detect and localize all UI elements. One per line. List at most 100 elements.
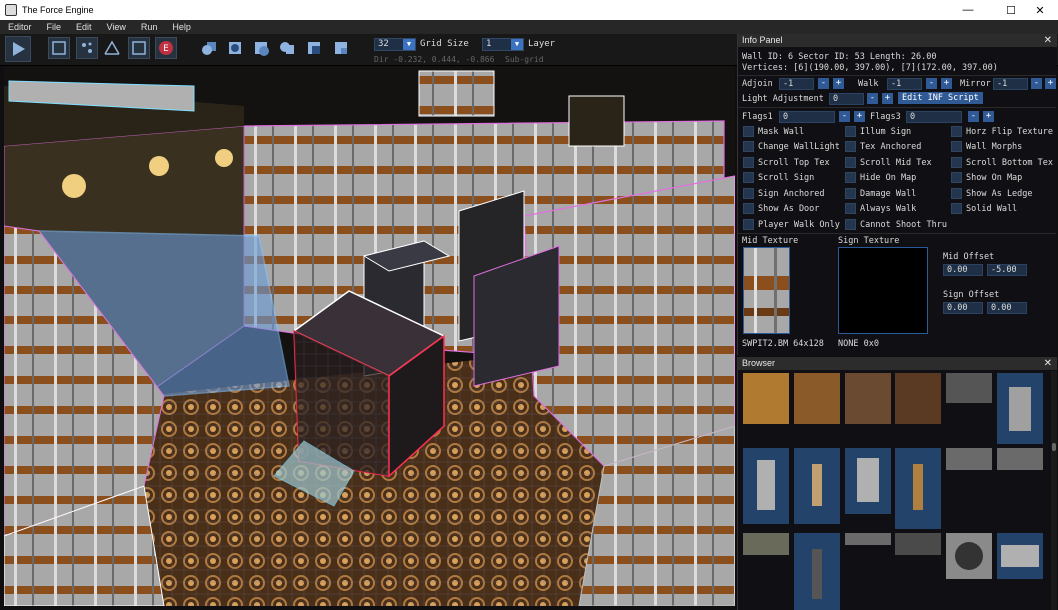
checkbox-illum-sign[interactable] [845, 126, 856, 137]
sector-mode-button[interactable] [128, 37, 150, 59]
layer-select[interactable]: 1 ▼ [482, 38, 524, 51]
texture-thumb[interactable] [845, 448, 891, 514]
edit-inf-script-button[interactable]: Edit INF Script [898, 92, 983, 104]
checkbox-scroll-mid-tex[interactable] [845, 157, 856, 168]
checkbox-show-as-ledge[interactable] [951, 188, 962, 199]
texture-thumb[interactable] [895, 533, 941, 555]
checkbox-sign-anchored[interactable] [743, 188, 754, 199]
menu-editor[interactable]: Editor [0, 22, 39, 32]
light-decrement[interactable]: - [867, 93, 878, 104]
checkbox-hide-on-map[interactable] [845, 172, 856, 183]
boolean-sub-button[interactable] [224, 37, 246, 59]
checkbox-mask-wall[interactable] [743, 126, 754, 137]
light-adjustment-input[interactable]: 0 [829, 93, 864, 105]
mirror-increment[interactable]: + [1045, 78, 1056, 89]
checkbox-scroll-bottom-tex[interactable] [951, 157, 962, 168]
walk-label: Walk [858, 79, 879, 89]
close-icon[interactable]: ✕ [1044, 357, 1052, 370]
info-panel: Info Panel ✕ Wall ID: 6 Sector ID: 53 Le… [737, 34, 1057, 355]
browser-scrollbar[interactable] [1051, 371, 1057, 610]
texture-thumb[interactable] [946, 373, 992, 403]
mid-offset-x-input[interactable]: 0.00 [943, 264, 983, 276]
flags3-input[interactable]: 0 [906, 111, 962, 123]
texture-thumb[interactable] [997, 533, 1043, 579]
checkbox-change-walllight[interactable] [743, 141, 754, 152]
select-mode-button[interactable] [48, 37, 70, 59]
texture-thumb[interactable] [743, 533, 789, 555]
level-render[interactable] [4, 66, 735, 606]
texture-thumb[interactable] [743, 448, 789, 524]
menu-edit[interactable]: Edit [68, 22, 99, 32]
menu-help[interactable]: Help [164, 22, 198, 32]
checkbox-player-walk-only[interactable] [743, 219, 754, 230]
texture-thumb[interactable] [997, 448, 1043, 470]
vertex-mode-button[interactable] [76, 37, 98, 59]
wall-mode-button[interactable] [101, 37, 123, 59]
checkbox-scroll-sign[interactable] [743, 172, 754, 183]
walk-increment[interactable]: + [941, 78, 952, 89]
mid-offset-y-input[interactable]: -5.00 [987, 264, 1027, 276]
checkbox-damage-wall[interactable] [845, 188, 856, 199]
browser-title: Browser ✕ [738, 357, 1057, 370]
sign-texture-name: NONE 0x0 [838, 339, 879, 349]
texture-thumb[interactable] [997, 373, 1043, 444]
walk-decrement[interactable]: - [926, 78, 937, 89]
menu-view[interactable]: View [99, 22, 133, 32]
sign-texture-preview[interactable] [838, 247, 928, 334]
sign-offset-x-input[interactable]: 0.00 [943, 302, 983, 314]
texture-image [955, 542, 983, 570]
texture-thumb[interactable] [895, 448, 941, 529]
mid-texture-label: Mid Texture [742, 236, 799, 246]
texture-thumb[interactable] [743, 373, 789, 424]
play-button[interactable] [5, 36, 31, 62]
flag-label: Horz Flip Texture [966, 127, 1053, 137]
texture-thumb[interactable] [794, 448, 840, 524]
flags1-input[interactable]: 0 [779, 111, 835, 123]
adjoin-input[interactable]: -1 [779, 78, 814, 90]
walk-input[interactable]: -1 [887, 78, 922, 90]
checkbox-cannot-shoot-thru[interactable] [845, 219, 856, 230]
adjoin-increment[interactable]: + [833, 78, 844, 89]
checkbox-tex-anchored[interactable] [845, 141, 856, 152]
3d-viewport[interactable] [4, 66, 735, 606]
checkbox-show-as-door[interactable] [743, 203, 754, 214]
browser-scroll-thumb[interactable] [1052, 443, 1056, 451]
boolean-add-button[interactable] [198, 37, 220, 59]
mirror-decrement[interactable]: - [1031, 78, 1042, 89]
texture-thumb[interactable] [946, 533, 992, 579]
flags1-decrement[interactable]: - [839, 111, 850, 122]
menu-run[interactable]: Run [133, 22, 165, 32]
checkbox-wall-morphs[interactable] [951, 141, 962, 152]
texture-thumb[interactable] [946, 448, 992, 470]
texture-thumb[interactable] [895, 373, 941, 424]
sign-offset-y-input[interactable]: 0.00 [987, 302, 1027, 314]
checkbox-show-on-map[interactable] [951, 172, 962, 183]
checkbox-always-walk[interactable] [845, 203, 856, 214]
boolean-xor-button[interactable] [303, 37, 325, 59]
close-button[interactable]: ✕ [1022, 0, 1058, 20]
texture-thumb[interactable] [845, 373, 891, 424]
flags3-increment[interactable]: + [983, 111, 994, 122]
texture-thumb[interactable] [845, 533, 891, 545]
wall-vertices: Vertices: [6](190.00, 397.00), [7](172.0… [742, 63, 998, 73]
texture-thumb[interactable] [794, 373, 840, 424]
texture-thumb[interactable] [794, 533, 840, 610]
checkbox-scroll-top-tex[interactable] [743, 157, 754, 168]
flags3-decrement[interactable]: - [968, 111, 979, 122]
mirror-input[interactable]: -1 [993, 78, 1028, 90]
close-icon[interactable]: ✕ [1044, 34, 1052, 47]
flag-label: Cannot Shoot Thru [860, 220, 947, 230]
boolean-merge-button[interactable] [276, 37, 298, 59]
adjoin-decrement[interactable]: - [818, 78, 829, 89]
flags1-increment[interactable]: + [854, 111, 865, 122]
checkbox-solid-wall[interactable] [951, 203, 962, 214]
menu-file[interactable]: File [39, 22, 69, 32]
light-increment[interactable]: + [882, 93, 893, 104]
mid-texture-preview[interactable] [743, 247, 790, 334]
grid-size-select[interactable]: 32 ▼ [374, 38, 416, 51]
boolean-intersect-button[interactable] [250, 37, 272, 59]
minimize-button[interactable]: — [950, 0, 986, 20]
entity-mode-button[interactable]: E [155, 37, 177, 59]
boolean-clip-button[interactable] [330, 37, 352, 59]
checkbox-horz-flip-texture[interactable] [951, 126, 962, 137]
